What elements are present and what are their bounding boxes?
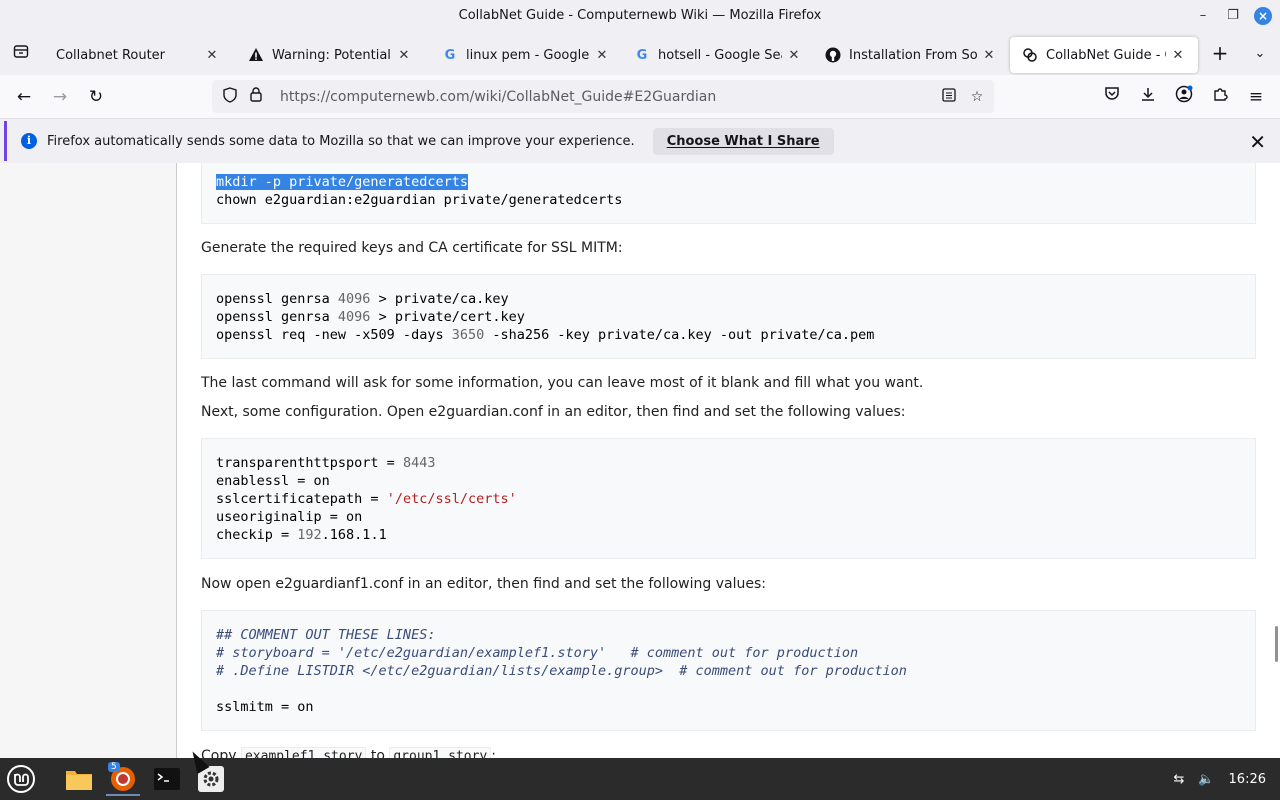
reader-view-icon[interactable]	[938, 87, 960, 106]
extensions-icon[interactable]	[1208, 85, 1232, 109]
tab-collabnet-guide[interactable]: CollabNet Guide - Com ✕	[1010, 37, 1198, 73]
terminal-icon[interactable]	[150, 762, 184, 796]
github-icon	[825, 47, 841, 63]
chevron-down-icon[interactable]: ⌄	[1248, 41, 1272, 67]
window-count-badge: 5	[108, 762, 120, 772]
active-indicator	[106, 794, 140, 796]
google-icon: G	[444, 47, 456, 63]
choose-what-i-share-button[interactable]: Choose What I Share	[652, 127, 834, 155]
tab-hotsell[interactable]: G hotsell - Google Search ✕	[622, 37, 814, 73]
inline-code: group1.story	[389, 747, 492, 758]
url-text[interactable]: https://computernewb.com/wiki/CollabNet_…	[280, 89, 938, 105]
tab-close-icon[interactable]: ✕	[981, 48, 997, 63]
close-window-icon[interactable]: ×	[1254, 7, 1272, 25]
paragraph: The last command will ask for some infor…	[201, 375, 924, 391]
paragraph: Now open e2guardianf1.conf in an editor,…	[201, 576, 766, 592]
notification-bar: i Firefox automatically sends some data …	[4, 121, 1276, 161]
scrollbar-thumb[interactable]	[1275, 626, 1278, 662]
url-bar[interactable]: https://computernewb.com/wiki/CollabNet_…	[212, 80, 994, 113]
code-block-mkdir[interactable]: mkdir -p private/generatedcerts chown e2…	[201, 163, 1256, 224]
forward-icon[interactable]: →	[48, 85, 72, 109]
navigation-toolbar: ← → ↻ https://computernewb.com/wiki/Coll…	[0, 75, 1280, 119]
info-icon: i	[21, 133, 37, 149]
pocket-icon[interactable]	[1100, 85, 1124, 109]
volume-icon[interactable]: 🔈	[1198, 772, 1214, 787]
firefox-view-icon[interactable]	[8, 41, 34, 67]
paragraph: Next, some configuration. Open e2guardia…	[201, 404, 906, 420]
warning-icon	[248, 47, 264, 63]
tab-close-icon[interactable]: ✕	[1170, 48, 1186, 63]
firefox-taskbar-icon[interactable]: 5	[106, 762, 140, 796]
reload-icon[interactable]: ↻	[84, 85, 108, 109]
window-titlebar: CollabNet Guide - Computernewb Wiki — Mo…	[0, 0, 1280, 33]
inline-code: examplef1.story	[240, 747, 367, 758]
tab-collabnet-router[interactable]: Collabnet Router ✕	[44, 37, 232, 73]
tab-close-icon[interactable]: ✕	[204, 48, 220, 63]
tab-close-icon[interactable]: ✕	[594, 48, 610, 63]
new-tab-icon[interactable]: +	[1208, 41, 1232, 67]
tab-close-icon[interactable]: ✕	[396, 48, 412, 63]
system-tray: ⇆ 🔈 16:26	[1173, 758, 1280, 800]
wiki-sidebar	[0, 163, 177, 758]
account-icon[interactable]	[1172, 85, 1196, 109]
bookmark-star-icon[interactable]: ☆	[966, 89, 988, 105]
menu-icon[interactable]: ≡	[1244, 85, 1268, 109]
maximize-icon[interactable]: ❐	[1224, 7, 1242, 25]
tab-close-icon[interactable]: ✕	[786, 48, 802, 63]
wiki-icon	[1022, 47, 1038, 63]
files-icon[interactable]	[62, 762, 96, 796]
network-icon[interactable]: ⇆	[1173, 772, 1184, 787]
clock[interactable]: 16:26	[1229, 772, 1266, 787]
back-icon[interactable]: ←	[12, 85, 36, 109]
tab-strip: Collabnet Router ✕ Warning: Potential Se…	[0, 33, 1280, 75]
code-block-e2guardianf1-conf[interactable]: ## COMMENT OUT THESE LINES: # storyboard…	[201, 610, 1256, 731]
code-block-e2guardian-conf[interactable]: transparenthttpsport = 8443 enablessl = …	[201, 438, 1256, 559]
google-icon: G	[636, 47, 648, 63]
shield-icon[interactable]	[220, 86, 240, 107]
close-icon[interactable]: ✕	[1249, 130, 1266, 154]
page-viewport: mkdir -p private/generatedcerts chown e2…	[0, 163, 1280, 758]
downloads-icon[interactable]	[1136, 85, 1160, 109]
code-block-openssl[interactable]: openssl genrsa 4096 > private/ca.key ope…	[201, 274, 1256, 359]
lock-icon[interactable]	[246, 87, 266, 106]
tab-installation[interactable]: Installation From Sourc ✕	[813, 37, 1009, 73]
paragraph: Copy examplef1.story to group1.story:	[201, 747, 496, 758]
mint-menu-icon[interactable]	[4, 762, 38, 796]
minimize-icon[interactable]: –	[1194, 7, 1212, 25]
tab-warning[interactable]: Warning: Potential Sec ✕	[236, 37, 424, 73]
paragraph: Generate the required keys and CA certif…	[201, 240, 623, 256]
notification-message: Firefox automatically sends some data to…	[47, 133, 635, 149]
window-controls: – ❐ ×	[1194, 7, 1272, 25]
tab-linux-pem[interactable]: G linux pem - Google Sea ✕	[430, 37, 622, 73]
window-title: CollabNet Guide - Computernewb Wiki — Mo…	[458, 8, 822, 23]
